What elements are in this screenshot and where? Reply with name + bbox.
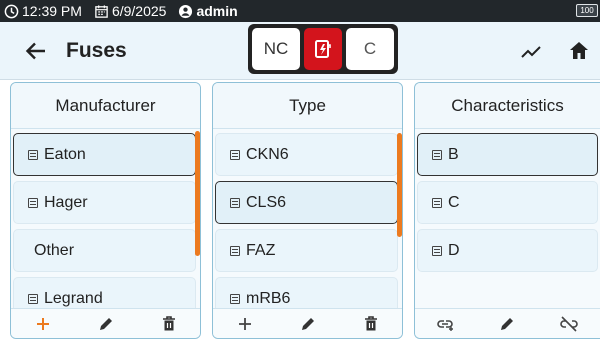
battery-icon: 100 bbox=[576, 4, 598, 17]
edit-characteristic-button[interactable] bbox=[495, 313, 519, 335]
pencil-icon bbox=[501, 317, 514, 330]
type-scrollbar[interactable] bbox=[397, 133, 402, 237]
unlink-characteristic-button[interactable] bbox=[557, 313, 581, 335]
list-item-other[interactable]: Other bbox=[13, 229, 196, 272]
list-item-label: FAZ bbox=[246, 241, 276, 259]
screen: 12:39 PM 6/9/2025 admin 100 Fuses NC C M… bbox=[0, 0, 600, 341]
edit-manufacturer-button[interactable] bbox=[94, 313, 118, 335]
list-item-icon bbox=[230, 245, 240, 256]
list-item-label: Hager bbox=[44, 193, 88, 211]
trend-button[interactable] bbox=[520, 42, 542, 62]
list-item-icon bbox=[230, 197, 240, 208]
delete-type-button[interactable] bbox=[359, 313, 383, 335]
list-item-icon bbox=[432, 197, 442, 208]
characteristics-list[interactable]: B C D bbox=[415, 131, 600, 309]
list-item-icon bbox=[230, 293, 240, 304]
fuse-mode-button[interactable] bbox=[304, 28, 342, 70]
trash-icon bbox=[162, 315, 175, 330]
manufacturer-scrollbar[interactable] bbox=[195, 131, 200, 256]
list-item-label: mRB6 bbox=[246, 289, 291, 307]
pencil-icon bbox=[301, 317, 314, 330]
list-item-label: D bbox=[448, 241, 460, 259]
unlink-icon bbox=[560, 315, 578, 332]
battery-level: 100 bbox=[580, 6, 594, 15]
pencil-icon bbox=[99, 317, 112, 330]
list-item-icon bbox=[28, 197, 38, 208]
list-item-label: CKN6 bbox=[246, 145, 289, 163]
type-column: Type CKN6 CLS6 FAZ mRB6 bbox=[212, 82, 403, 339]
status-bar: 12:39 PM 6/9/2025 admin 100 bbox=[0, 0, 600, 22]
back-button[interactable] bbox=[24, 40, 48, 62]
nc-button[interactable]: NC bbox=[252, 28, 300, 70]
list-item-legrand[interactable]: Legrand bbox=[13, 277, 196, 309]
list-item-label: B bbox=[448, 145, 459, 163]
contact-type-toggle: NC C bbox=[248, 24, 398, 74]
list-item-icon bbox=[28, 149, 38, 160]
list-item-label: Other bbox=[34, 241, 75, 259]
list-item-icon bbox=[432, 245, 442, 256]
home-button[interactable] bbox=[568, 40, 590, 62]
clock-icon bbox=[4, 4, 19, 19]
manufacturer-header: Manufacturer bbox=[11, 83, 200, 129]
list-item-label: C bbox=[448, 193, 460, 211]
manufacturer-toolbar bbox=[11, 308, 200, 338]
list-item-mrb6[interactable]: mRB6 bbox=[215, 277, 398, 309]
characteristics-toolbar bbox=[415, 308, 600, 338]
home-icon bbox=[570, 42, 588, 59]
list-item-faz[interactable]: FAZ bbox=[215, 229, 398, 272]
trash-icon bbox=[364, 315, 377, 330]
arrow-left-icon bbox=[25, 42, 45, 60]
calendar-icon bbox=[94, 4, 109, 19]
type-toolbar bbox=[213, 308, 402, 338]
status-time: 12:39 PM bbox=[4, 3, 82, 19]
add-type-button[interactable] bbox=[233, 313, 257, 335]
plus-icon bbox=[238, 317, 251, 330]
user-icon bbox=[178, 4, 193, 19]
status-date-text: 6/9/2025 bbox=[111, 3, 167, 19]
list-item-d[interactable]: D bbox=[417, 229, 598, 272]
list-item-ckn6[interactable]: CKN6 bbox=[215, 133, 398, 176]
list-item-icon bbox=[432, 149, 442, 160]
list-item-label: CLS6 bbox=[246, 193, 287, 211]
type-header: Type bbox=[213, 83, 402, 129]
characteristics-column: Characteristics B C D bbox=[414, 82, 600, 339]
list-item-hager[interactable]: Hager bbox=[13, 181, 196, 224]
c-button[interactable]: C bbox=[346, 28, 394, 70]
list-item-label: Eaton bbox=[44, 145, 86, 163]
plus-icon bbox=[36, 317, 49, 330]
list-item-cls6[interactable]: CLS6 bbox=[215, 181, 398, 224]
list-item-icon bbox=[230, 149, 240, 160]
status-time-text: 12:39 PM bbox=[22, 3, 82, 19]
manufacturer-list[interactable]: Eaton Hager Other Legrand bbox=[11, 131, 200, 309]
list-item-label: Legrand bbox=[44, 289, 103, 307]
delete-manufacturer-button[interactable] bbox=[157, 313, 181, 335]
status-user-text: admin bbox=[196, 3, 238, 19]
list-item-b[interactable]: B bbox=[417, 133, 598, 176]
characteristics-header: Characteristics bbox=[415, 83, 600, 129]
list-item-icon bbox=[28, 293, 38, 304]
page-title: Fuses bbox=[66, 39, 127, 62]
edit-type-button[interactable] bbox=[296, 313, 320, 335]
link-add-icon bbox=[437, 319, 453, 331]
trend-icon bbox=[521, 46, 541, 58]
list-item-eaton[interactable]: Eaton bbox=[13, 133, 196, 176]
link-characteristic-button[interactable] bbox=[434, 313, 458, 335]
status-date: 6/9/2025 bbox=[94, 3, 167, 19]
list-item-c[interactable]: C bbox=[417, 181, 598, 224]
manufacturer-column: Manufacturer Eaton Hager Other Legrand bbox=[10, 82, 201, 339]
header-bar: Fuses NC C bbox=[0, 22, 600, 80]
fuse-lightning-icon bbox=[315, 40, 331, 58]
status-user: admin bbox=[178, 3, 238, 19]
type-list[interactable]: CKN6 CLS6 FAZ mRB6 bbox=[213, 131, 402, 309]
add-manufacturer-button[interactable] bbox=[31, 313, 55, 335]
